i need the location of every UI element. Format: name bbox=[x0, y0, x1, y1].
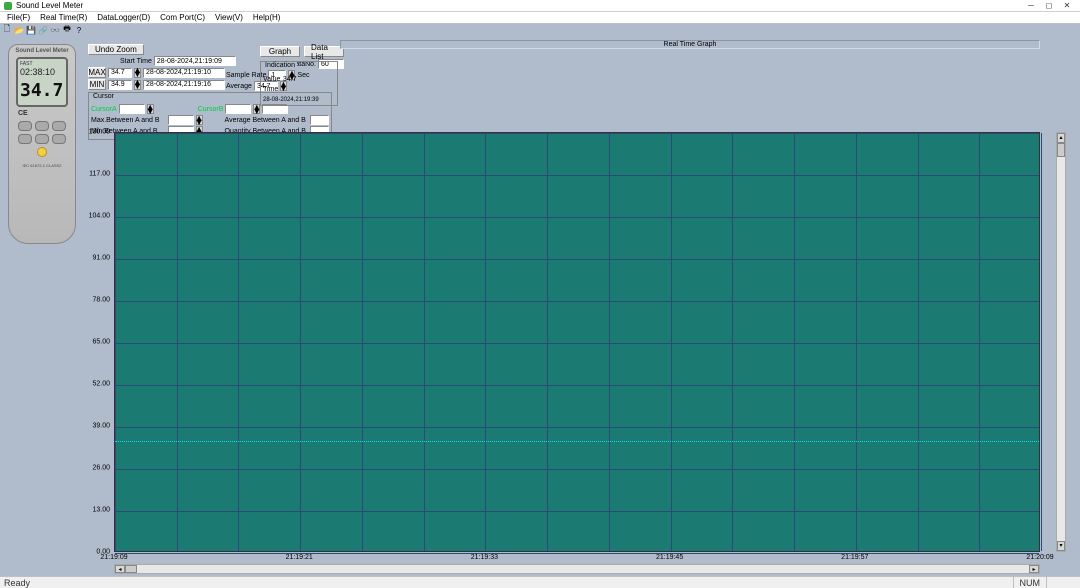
plot-canvas[interactable] bbox=[114, 132, 1040, 552]
status-empty bbox=[1046, 577, 1076, 588]
min-value-field: 34.9 bbox=[108, 80, 132, 90]
scrollbar-thumb-x[interactable] bbox=[125, 565, 137, 573]
status-ready: Ready bbox=[4, 578, 30, 588]
device-buttons bbox=[12, 121, 72, 157]
graph-title: Real Time Graph bbox=[340, 40, 1040, 49]
print-icon[interactable]: 🖶 bbox=[62, 25, 72, 35]
cursor-a-stepper[interactable]: ▲▼ bbox=[147, 104, 154, 114]
max-stepper[interactable]: ▲▼ bbox=[134, 68, 141, 78]
save-icon[interactable]: 💾 bbox=[26, 25, 36, 35]
avgab-label: Average Between A and B bbox=[225, 117, 308, 124]
ce-mark: CE bbox=[18, 110, 66, 117]
horizontal-scrollbar[interactable]: ◂ ▸ bbox=[114, 564, 1040, 574]
device-brand: Sound Level Meter bbox=[12, 48, 72, 54]
menu-datalogger[interactable]: DataLogger(D) bbox=[92, 13, 155, 22]
device-btn-maxmin bbox=[35, 121, 49, 131]
scroll-up-icon[interactable]: ▴ bbox=[1057, 133, 1065, 143]
lcd-time: 02:38:10 bbox=[20, 67, 55, 77]
device-btn-rec bbox=[52, 134, 66, 144]
start-time-field: 28-08-2024,21:19:09 bbox=[154, 56, 236, 66]
status-num: NUM bbox=[1013, 577, 1047, 588]
scroll-left-icon[interactable]: ◂ bbox=[115, 565, 125, 573]
close-button[interactable]: ✕ bbox=[1058, 1, 1076, 11]
max-button[interactable]: MAX bbox=[88, 67, 106, 78]
device-btn-power bbox=[37, 147, 47, 157]
menu-bar: File(F) Real Time(R) DataLogger(D) Com P… bbox=[0, 12, 1080, 24]
lcd-reading: 34.7 bbox=[20, 80, 64, 101]
y-axis-labels: 0.0013.0026.0039.0052.0065.0078.0091.001… bbox=[90, 132, 112, 552]
open-icon[interactable]: 📂 bbox=[14, 25, 24, 35]
indication-group: Indication Value 34.7 Time 28-08-2024,21… bbox=[260, 58, 338, 106]
min-button[interactable]: MIN bbox=[88, 79, 106, 90]
view-tabs: Graph Data List bbox=[260, 46, 344, 57]
menu-file[interactable]: File(F) bbox=[2, 13, 35, 22]
device-btn-ac bbox=[18, 121, 32, 131]
cursor-a-field[interactable] bbox=[119, 104, 145, 114]
cursor-a-label: CursorA bbox=[91, 106, 117, 113]
device-btn-setup bbox=[18, 134, 32, 144]
max-value-field: 34.7 bbox=[108, 68, 132, 78]
app-icon bbox=[4, 2, 12, 10]
window-titlebar: Sound Level Meter ─ ◻ ✕ bbox=[0, 0, 1080, 12]
vertical-scrollbar[interactable]: ▴ ▾ bbox=[1056, 132, 1066, 552]
device-lcd: FAST 02:38:10 34.7 bbox=[16, 57, 68, 107]
avgab-field bbox=[310, 115, 330, 125]
scroll-down-icon[interactable]: ▾ bbox=[1057, 541, 1065, 551]
status-bar: Ready NUM bbox=[0, 576, 1080, 588]
menu-realtime[interactable]: Real Time(R) bbox=[35, 13, 92, 22]
device-mockup: Sound Level Meter FAST 02:38:10 34.7 CE … bbox=[8, 44, 76, 244]
ind-time-label: Time bbox=[263, 86, 278, 93]
menu-view[interactable]: View(V) bbox=[210, 13, 248, 22]
help-icon[interactable]: ? bbox=[74, 25, 84, 35]
maxab-label: Max.Between A and B bbox=[91, 117, 166, 124]
start-time-label: Start Time bbox=[120, 58, 152, 65]
undo-zoom-button[interactable]: Undo Zoom bbox=[88, 44, 144, 55]
max-time-field: 28-08-2024,21:19:10 bbox=[143, 68, 225, 78]
min-time-field: 28-08-2024,21:19:16 bbox=[143, 80, 225, 90]
ind-value: 34.7 bbox=[283, 76, 297, 83]
ind-value-label: Value bbox=[263, 76, 280, 83]
tab-datalist[interactable]: Data List bbox=[304, 46, 344, 57]
main-area: Sound Level Meter FAST 02:38:10 34.7 CE … bbox=[0, 36, 1080, 576]
scroll-right-icon[interactable]: ▸ bbox=[1029, 565, 1039, 573]
cursor-b-label: CursorB bbox=[198, 106, 224, 113]
menu-comport[interactable]: Com Port(C) bbox=[155, 13, 210, 22]
toolbar: 🗋 📂 💾 🔗 👓 🖶 ? bbox=[0, 24, 1080, 36]
device-btn-fast bbox=[35, 134, 49, 144]
maxab-field bbox=[168, 115, 193, 125]
cursor-b-field[interactable] bbox=[225, 104, 251, 114]
ind-time: 28-08-2024,21:19:39 bbox=[263, 97, 319, 103]
link-icon[interactable]: 🔗 bbox=[38, 25, 48, 35]
menu-help[interactable]: Help(H) bbox=[248, 13, 286, 22]
indication-legend: Indication bbox=[263, 62, 297, 69]
avg-label: Average bbox=[226, 83, 252, 90]
device-compliance: IEC 61672-1 CLASS2 bbox=[12, 163, 72, 168]
device-btn-hold bbox=[52, 121, 66, 131]
glasses-icon[interactable]: 👓 bbox=[50, 25, 60, 35]
new-icon[interactable]: 🗋 bbox=[2, 25, 12, 35]
tab-graph[interactable]: Graph bbox=[260, 46, 300, 57]
cursor-legend: Cursor bbox=[91, 93, 116, 100]
maximize-button[interactable]: ◻ bbox=[1040, 1, 1058, 11]
window-title: Sound Level Meter bbox=[16, 1, 1022, 10]
min-stepper[interactable]: ▲▼ bbox=[134, 80, 141, 90]
scrollbar-thumb-y[interactable] bbox=[1057, 143, 1065, 157]
minimize-button[interactable]: ─ bbox=[1022, 1, 1040, 11]
chart-area: 0.0013.0026.0039.0052.0065.0078.0091.001… bbox=[90, 132, 1050, 562]
